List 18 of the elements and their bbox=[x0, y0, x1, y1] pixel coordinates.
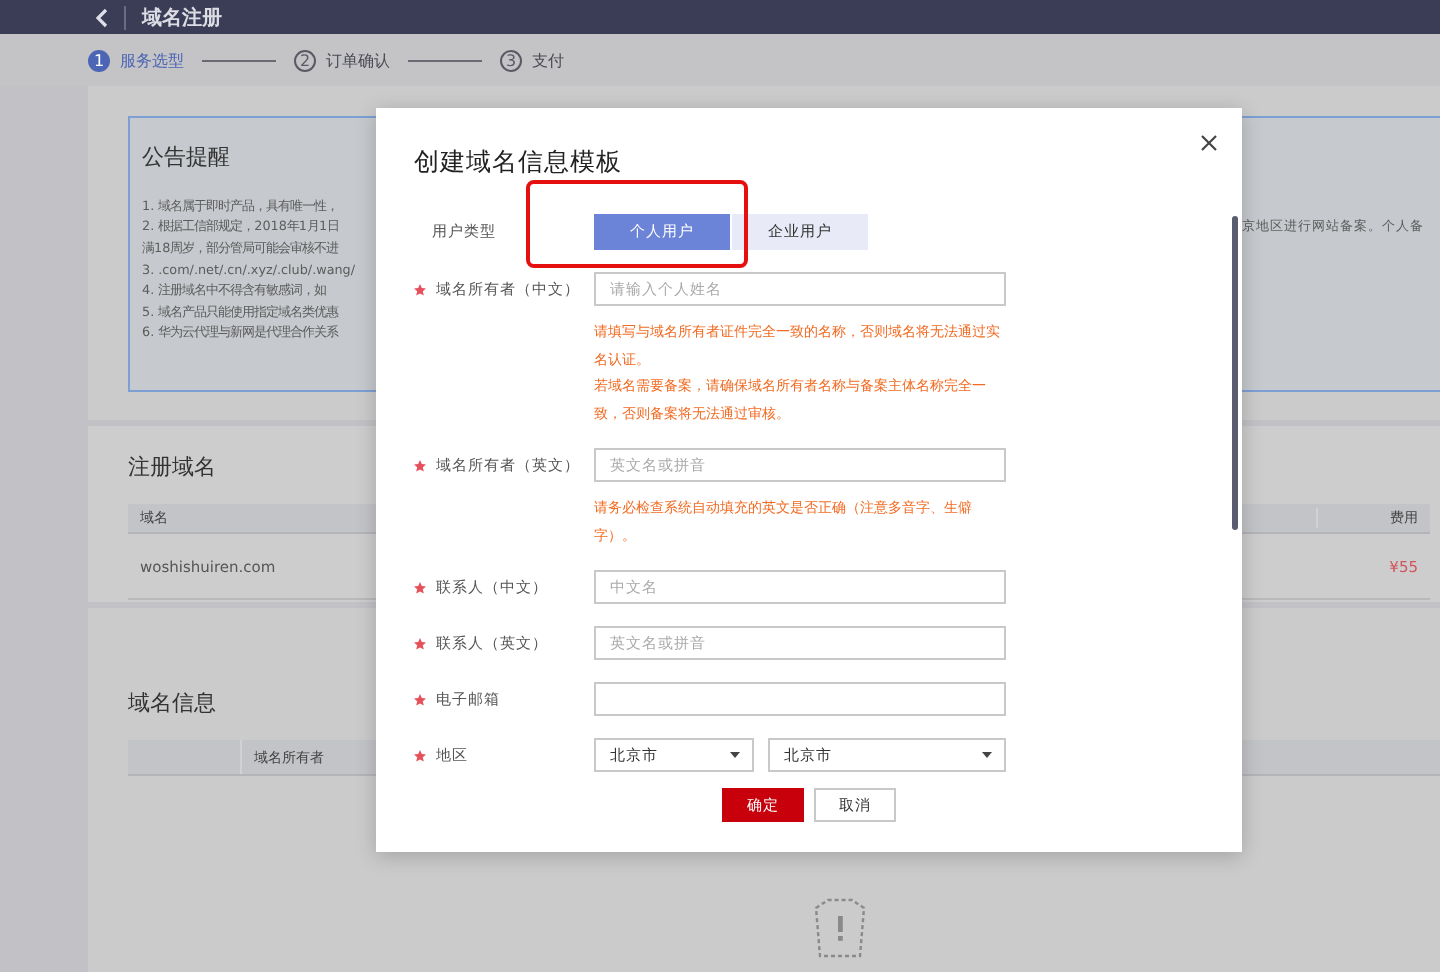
notice-title: 公告提醒 bbox=[142, 142, 230, 172]
back-icon[interactable] bbox=[96, 7, 108, 27]
dialog-title: 创建域名信息模板 bbox=[414, 146, 622, 180]
page-title: 域名注册 bbox=[142, 4, 222, 31]
close-button[interactable] bbox=[1200, 134, 1218, 152]
caret-icon bbox=[730, 752, 740, 758]
step-label: 服务选型 bbox=[120, 49, 184, 71]
step-number: 2 bbox=[294, 49, 316, 71]
input-field[interactable] bbox=[594, 682, 1006, 716]
scrollbar-thumb[interactable] bbox=[1232, 216, 1238, 530]
step-number: 1 bbox=[88, 49, 110, 71]
section-title: 域名信息 bbox=[128, 688, 216, 718]
close-icon bbox=[1200, 134, 1218, 152]
step-label: 支付 bbox=[532, 49, 564, 71]
step-label: 订单确认 bbox=[326, 49, 390, 71]
section-title: 注册域名 bbox=[128, 452, 216, 482]
step-number: 3 bbox=[500, 49, 522, 71]
caret-icon bbox=[982, 752, 992, 758]
